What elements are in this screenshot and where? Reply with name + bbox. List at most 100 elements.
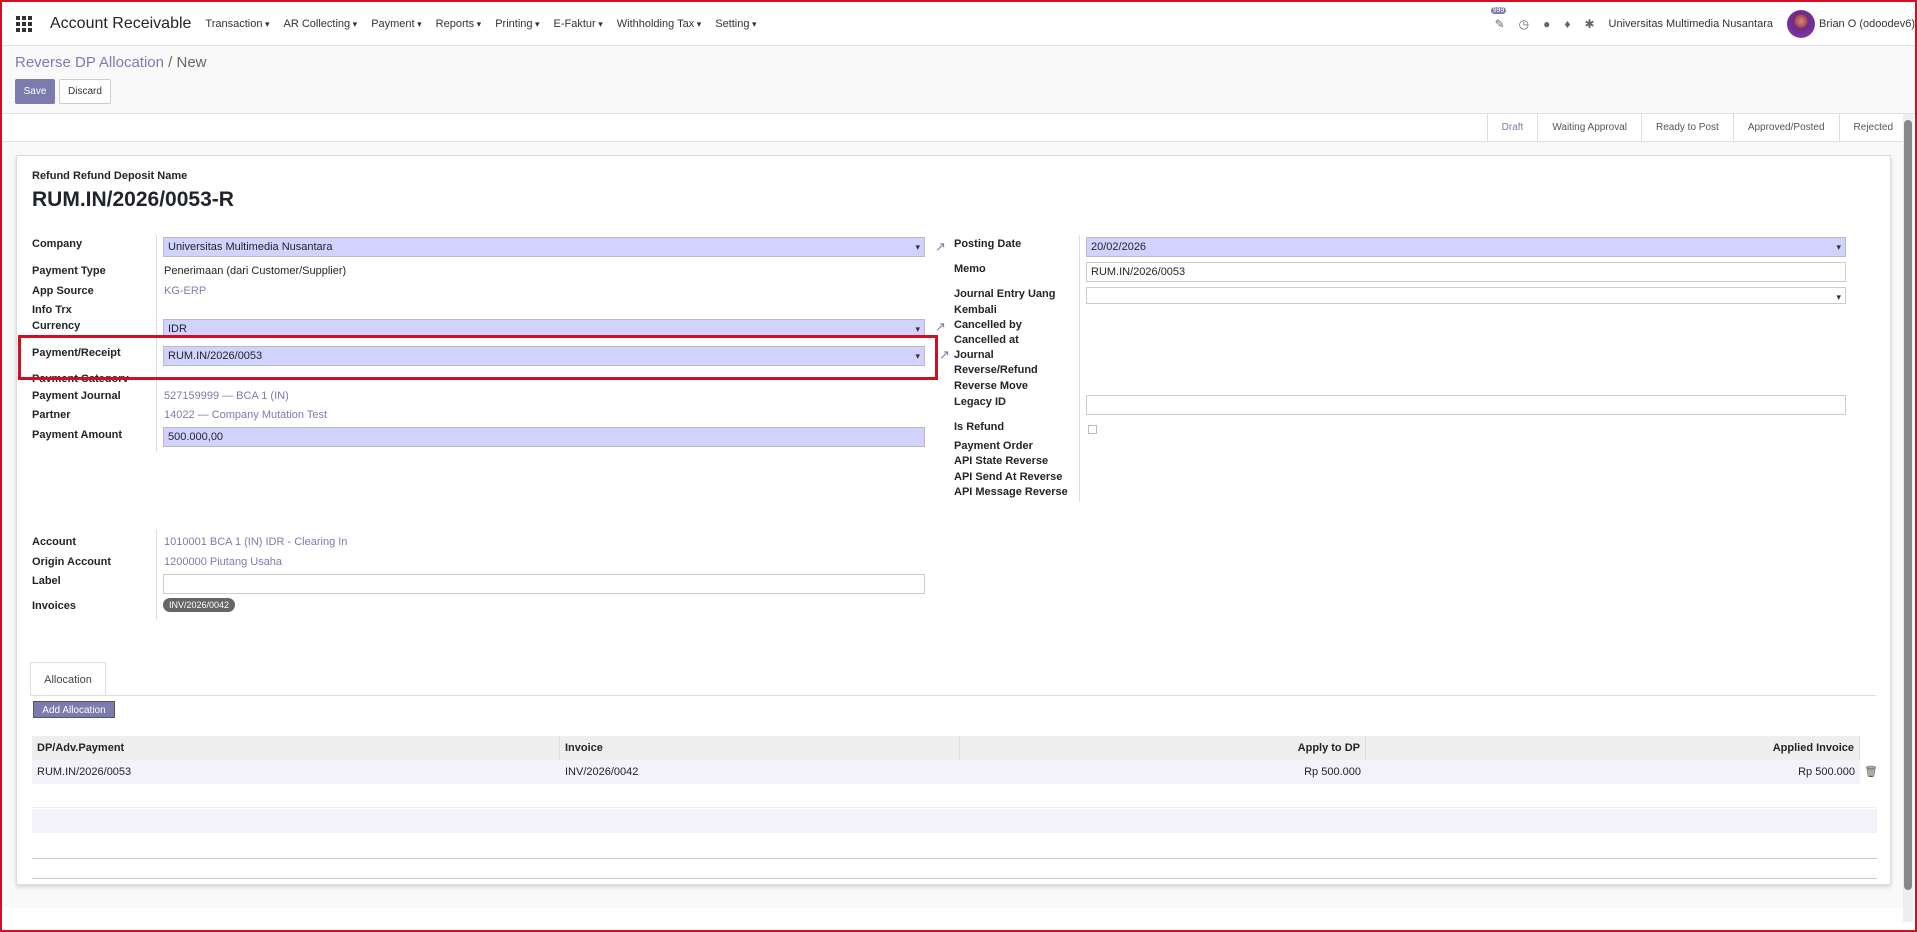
payment-type-label: Payment Type — [32, 265, 106, 277]
tab-divider — [30, 695, 1876, 696]
partner-link[interactable]: 14022 — Company Mutation Test — [164, 409, 327, 421]
empty-row — [32, 809, 1877, 833]
cancelled-by-label: Cancelled by — [954, 319, 1022, 331]
breadcrumb: Reverse DP Allocation / New — [15, 54, 207, 71]
external-link-icon[interactable]: ↗ — [935, 240, 949, 254]
posting-date-input[interactable]: 20/02/2026 — [1086, 237, 1846, 257]
company-switcher[interactable]: Universitas Multimedia Nusantara — [1609, 18, 1773, 30]
table-cell[interactable]: RUM.IN/2026/0053 — [32, 760, 560, 784]
menu-efaktur[interactable]: E-Faktur — [554, 18, 603, 30]
api-state-reverse-label: API State Reverse — [954, 455, 1049, 467]
menu-reports[interactable]: Reports — [436, 18, 482, 30]
user-menu[interactable]: Brian O (odoodev6) — [1819, 18, 1915, 30]
status-stages: Draft Waiting Approval Ready to Post App… — [1486, 114, 1907, 142]
label-label: Label — [32, 575, 61, 587]
menu-setting[interactable]: Setting — [715, 18, 756, 30]
payment-amount-input[interactable]: 500.000,00 — [163, 427, 925, 447]
company-label: Company — [32, 238, 83, 250]
stage-approved-posted[interactable]: Approved/Posted — [1732, 114, 1839, 142]
scrollbar[interactable] — [1903, 114, 1913, 922]
origin-account-link[interactable]: 1200000 Piutang Usaha — [164, 556, 282, 568]
currency-select[interactable]: IDR — [163, 319, 925, 338]
api-send-reverse-label: API Send At Reverse — [954, 471, 1063, 483]
account-link[interactable]: 1010001 BCA 1 (IN) IDR - Clearing In — [164, 536, 347, 548]
payment-journal-label: Payment Journal — [32, 390, 121, 402]
table-cell[interactable]: Rp 500.000 — [960, 760, 1366, 784]
bell-icon[interactable]: ♦ — [1564, 17, 1570, 31]
bug-icon[interactable]: ✱ — [1584, 17, 1594, 31]
status-bar: Draft Waiting Approval Ready to Post App… — [2, 114, 1907, 142]
memo-input[interactable]: RUM.IN/2026/0053 — [1086, 262, 1846, 282]
journal-entry-label-2: Kembali — [954, 304, 997, 316]
payment-order-label: Payment Order — [954, 440, 1033, 452]
clock-icon[interactable]: ◷ — [1519, 17, 1529, 31]
invoice-tag[interactable]: INV/2026/0042 — [163, 598, 236, 612]
record-name: RUM.IN/2026/0053-R — [32, 188, 234, 211]
main-menu: Transaction AR Collecting Payment Report… — [205, 18, 770, 30]
menu-printing[interactable]: Printing — [495, 18, 539, 30]
breadcrumb-parent[interactable]: Reverse DP Allocation — [15, 54, 164, 71]
external-link-icon[interactable]: ↗ — [935, 320, 949, 334]
journal-entry-label-1: Journal Entry Uang — [954, 288, 1056, 300]
add-allocation-button[interactable]: Add Allocation — [33, 701, 115, 718]
cancelled-at-label: Cancelled at — [954, 334, 1019, 346]
column-header[interactable]: DP/Adv.Payment — [32, 736, 560, 760]
menu-withholding-tax[interactable]: Withholding Tax — [617, 18, 701, 30]
right-group-divider — [1079, 235, 1080, 502]
reverse-move-label: Reverse Move — [954, 380, 1028, 392]
column-header[interactable]: Apply to DP — [960, 736, 1366, 760]
column-header[interactable]: Applied Invoice — [1366, 736, 1860, 760]
breadcrumb-current: New — [176, 54, 207, 71]
payment-journal-link[interactable]: 527159999 — BCA 1 (IN) — [164, 390, 289, 402]
origin-account-label: Origin Account — [32, 556, 112, 568]
currency-label: Currency — [32, 320, 81, 332]
chat-icon[interactable]: ● — [1543, 17, 1550, 31]
trash-icon[interactable]: 🗑 — [1864, 765, 1878, 778]
app-title[interactable]: Account Receivable — [50, 15, 191, 33]
info-trx-label: Info Trx — [32, 304, 72, 316]
notification-badge: 999 — [1490, 7, 1507, 14]
label-input[interactable] — [163, 574, 925, 594]
column-header[interactable]: Invoice — [560, 736, 960, 760]
legacy-id-input[interactable] — [1086, 395, 1846, 415]
empty-row — [32, 784, 1877, 808]
apps-grid-icon[interactable] — [16, 15, 32, 32]
stage-rejected[interactable]: Rejected — [1838, 114, 1907, 142]
scrollbar-thumb[interactable] — [1904, 120, 1912, 890]
partner-label: Partner — [32, 409, 71, 421]
menu-transaction[interactable]: Transaction — [205, 18, 269, 30]
table-cell[interactable]: Rp 500.000 — [1366, 760, 1860, 784]
table-cell[interactable]: INV/2026/0042 — [560, 760, 960, 784]
external-link-icon[interactable]: ↗ — [939, 348, 953, 362]
menu-payment[interactable]: Payment — [371, 18, 421, 30]
menu-ar-collecting[interactable]: AR Collecting — [284, 18, 358, 30]
stage-waiting-approval[interactable]: Waiting Approval — [1537, 114, 1641, 142]
posting-date-label: Posting Date — [954, 238, 1022, 250]
stage-ready-to-post[interactable]: Ready to Post — [1641, 114, 1733, 142]
tab-allocation[interactable]: Allocation — [30, 662, 106, 696]
top-navbar: Account Receivable Transaction AR Collec… — [2, 2, 1915, 46]
is-refund-label: Is Refund — [954, 421, 1005, 433]
discard-button[interactable]: Discard — [59, 79, 111, 104]
journal-entry-select[interactable] — [1086, 287, 1846, 306]
is-refund-checkbox[interactable] — [1088, 425, 1097, 434]
edit-icon[interactable]: ✎ 999 — [1490, 7, 1507, 31]
table-footer-line — [32, 858, 1877, 859]
app-source-link[interactable]: KG-ERP — [164, 285, 206, 297]
company-select[interactable]: Universitas Multimedia Nusantara — [163, 237, 925, 257]
stage-draft[interactable]: Draft — [1486, 114, 1538, 142]
memo-label: Memo — [954, 263, 986, 275]
account-label: Account — [32, 536, 76, 548]
journal-label: Journal — [954, 349, 994, 361]
control-panel: Reverse DP Allocation / New Save Discard — [2, 46, 1915, 114]
app-source-label: App Source — [32, 285, 94, 297]
payment-type-value: Penerimaan (dari Customer/Supplier) — [164, 265, 347, 277]
api-message-reverse-label: API Message Reverse — [954, 486, 1068, 498]
name-label: Refund Refund Deposit Name — [32, 170, 188, 182]
reverse-refund-label: Reverse/Refund — [954, 364, 1038, 376]
invoices-label: Invoices — [32, 600, 77, 612]
avatar[interactable] — [1787, 10, 1815, 38]
navbar-right: ✎ 999 ◷ ● ♦ ✱ Universitas Multimedia Nusa… — [1490, 2, 1915, 46]
save-button[interactable]: Save — [15, 79, 55, 104]
highlight-box — [18, 335, 938, 380]
